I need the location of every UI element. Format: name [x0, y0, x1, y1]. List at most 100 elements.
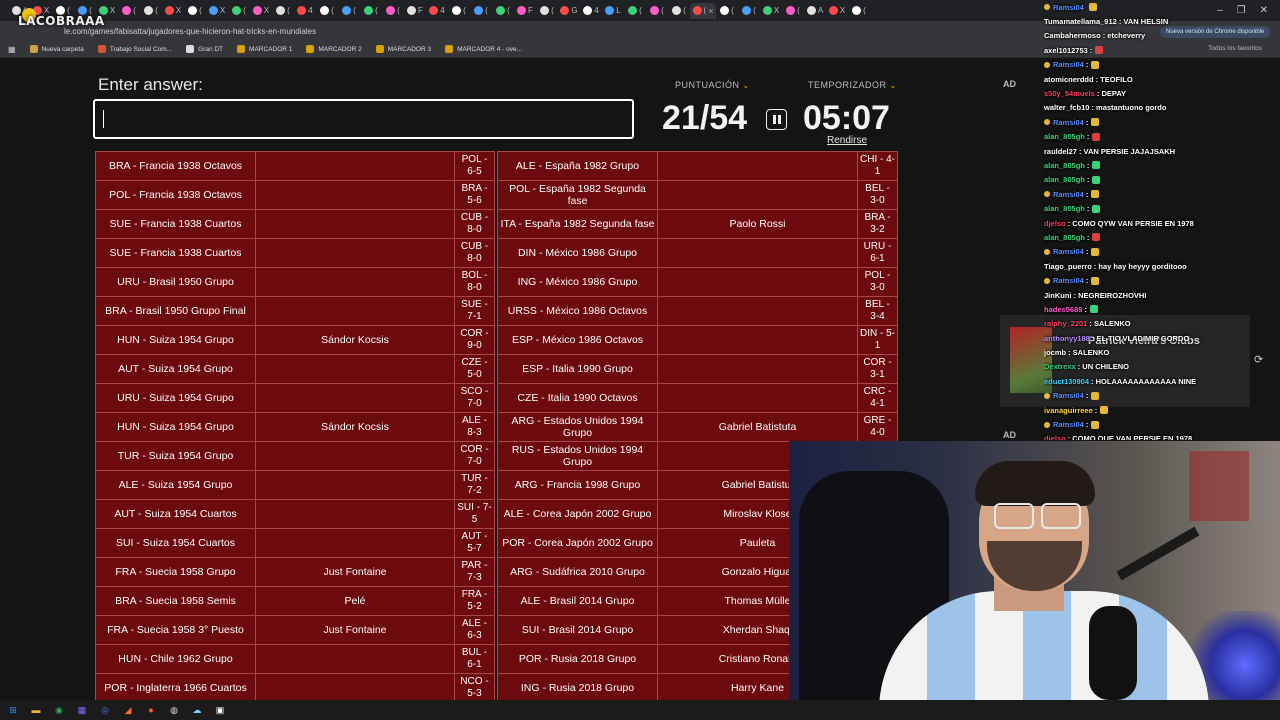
- terminal-icon[interactable]: ▣: [213, 703, 227, 717]
- browser-tab[interactable]: (: [316, 3, 338, 19]
- bookmark-item[interactable]: MARCADOR 3: [375, 45, 431, 53]
- chat-username: alan_805gh: [1044, 175, 1085, 185]
- browser-icon[interactable]: ●: [144, 703, 158, 717]
- apps-icon[interactable]: ▦: [75, 703, 89, 717]
- cell-match: ALE - Suiza 1954 Grupo: [95, 470, 256, 500]
- cell-player: [255, 238, 455, 268]
- browser-tab[interactable]: X: [162, 3, 184, 19]
- browser-tab[interactable]: A: [804, 3, 826, 19]
- browser-tab[interactable]: X: [206, 3, 228, 19]
- browser-tab[interactable]: X: [826, 3, 848, 19]
- cell-result: GRE - 4-0: [857, 412, 898, 442]
- windows-start-icon[interactable]: ⊞: [6, 703, 20, 717]
- bookmark-item[interactable]: MARCADOR 1: [237, 45, 292, 53]
- bookmark-item[interactable]: Gran DT: [186, 45, 223, 53]
- table-row: POR - Inglaterra 1966 Cuartos NCO - 5-3: [95, 673, 495, 703]
- cell-player: [255, 528, 455, 558]
- browser-tab[interactable]: X: [760, 3, 782, 19]
- browser-tab[interactable]: (: [848, 3, 870, 19]
- browser-tab[interactable]: (: [382, 3, 404, 19]
- cell-player: [255, 151, 455, 181]
- browser-tab[interactable]: (: [360, 3, 382, 19]
- timer-header[interactable]: TEMPORIZADOR ⌄: [808, 80, 897, 90]
- browser-tab[interactable]: 4: [580, 3, 602, 19]
- browser-tab[interactable]: (: [716, 3, 738, 19]
- cell-result: CHI - 4-1: [857, 151, 898, 181]
- bookmark-item[interactable]: MARCADOR 2: [306, 45, 362, 53]
- chat-username: jocmb: [1044, 348, 1067, 358]
- chat-message: Cambahermoso: etcheverry: [1044, 29, 1280, 43]
- table-row: BRA - Francia 1938 Octavos POL - 6-5: [95, 151, 495, 181]
- cell-match: HUN - Suiza 1954 Grupo: [95, 325, 256, 355]
- tab-favicon-icon: [496, 6, 506, 15]
- bookmark-item[interactable]: Trabajo Social Com...: [97, 45, 172, 53]
- shield-icon: [237, 45, 246, 53]
- bookmark-item[interactable]: MARCADOR 4 - ove...: [445, 45, 522, 53]
- tab-favicon-icon: [762, 6, 772, 15]
- chat-username: alan_805gh: [1044, 232, 1085, 242]
- give-up-link[interactable]: Rendirse: [827, 135, 867, 146]
- browser-tab[interactable]: (: [536, 3, 558, 19]
- browser-tab[interactable]: (: [782, 3, 804, 19]
- browser-tab[interactable]: F: [404, 3, 426, 19]
- browser-tab[interactable]: 4: [426, 3, 448, 19]
- chat-message: hades5689:: [1044, 302, 1280, 316]
- cell-result: ALE - 6-3: [454, 615, 495, 645]
- cloud-icon[interactable]: ☁: [190, 703, 204, 717]
- browser-tab[interactable]: G: [558, 3, 580, 19]
- chat-username: Ramsi04: [1053, 247, 1084, 257]
- tab-favicon-icon: [342, 6, 352, 15]
- browser-tab[interactable]: (: [492, 3, 514, 19]
- screen: (X((X((X(X(X(4((((F4(((F(G4L((((×((X(AX(…: [0, 0, 1280, 720]
- browser-tab[interactable]: (: [184, 3, 206, 19]
- folder-icon: [29, 45, 38, 53]
- chat-message: Ramsi04:: [1044, 389, 1280, 403]
- cell-result: DIN - 5-1: [857, 325, 898, 355]
- tab-label: 4: [308, 6, 313, 15]
- browser-tab[interactable]: (×: [690, 2, 716, 19]
- browser-tab[interactable]: (: [668, 3, 690, 19]
- close-icon[interactable]: ×: [708, 6, 713, 16]
- chat-message: ivanaguirreee:: [1044, 403, 1280, 417]
- browser-tab[interactable]: (: [140, 3, 162, 19]
- browser-tab[interactable]: (: [624, 3, 646, 19]
- chat-text: :: [1085, 247, 1089, 257]
- browser-tab[interactable]: (: [470, 3, 492, 19]
- media-icon[interactable]: ◢: [121, 703, 135, 717]
- bookmark-item[interactable]: Nueva carpeta: [29, 45, 84, 53]
- browser-tab[interactable]: 4: [294, 3, 316, 19]
- table-row: ALE - España 1982 Grupo CHI - 4-1: [497, 151, 898, 181]
- score-header[interactable]: PUNTUACIÓN ⌄: [675, 80, 750, 90]
- browser-tab[interactable]: L: [602, 3, 624, 19]
- pause-button[interactable]: [766, 109, 787, 130]
- obs-icon[interactable]: ◍: [167, 703, 181, 717]
- tab-favicon-icon: [386, 6, 396, 15]
- chat-text: :: [1086, 160, 1090, 170]
- browser-tab[interactable]: (: [738, 3, 760, 19]
- chat-username: axel1012753: [1044, 45, 1088, 55]
- chat-text: : mastantuono gordo: [1091, 103, 1167, 113]
- browser-tab[interactable]: (: [118, 3, 140, 19]
- browser-tab[interactable]: (: [338, 3, 360, 19]
- browser-tab[interactable]: F: [514, 3, 536, 19]
- table-row: ESP - México 1986 Octavos DIN - 5-1: [497, 325, 898, 355]
- tab-favicon-icon: [650, 6, 660, 15]
- chevron-down-icon: ⌄: [742, 81, 750, 90]
- chat-text: : COMO QUE VAN PERSIE EN 1978: [1067, 434, 1193, 440]
- browser-tab[interactable]: (: [448, 3, 470, 19]
- browser-tab[interactable]: (: [646, 3, 668, 19]
- answer-input[interactable]: [93, 99, 634, 139]
- browser-tab[interactable]: X: [250, 3, 272, 19]
- chat-username: Ramsi04: [1053, 276, 1084, 286]
- score-label: PUNTUACIÓN: [675, 80, 740, 90]
- sub-badge-icon: [1044, 277, 1050, 284]
- chrome-icon[interactable]: ◉: [52, 703, 66, 717]
- cell-match: SUE - Francia 1938 Cuartos: [95, 209, 256, 239]
- browser-tab[interactable]: (: [228, 3, 250, 19]
- chat-message: educt130904: HOLAAAAAAAAAAAA NINE: [1044, 374, 1280, 388]
- apps-grid-icon[interactable]: ▦: [8, 45, 16, 54]
- file-explorer-icon[interactable]: ▬: [29, 703, 43, 717]
- chat-message: Tiago_puerro: hay hay heyyy gorditooo: [1044, 259, 1280, 273]
- search-app-icon[interactable]: ◎: [98, 703, 112, 717]
- browser-tab[interactable]: (: [272, 3, 294, 19]
